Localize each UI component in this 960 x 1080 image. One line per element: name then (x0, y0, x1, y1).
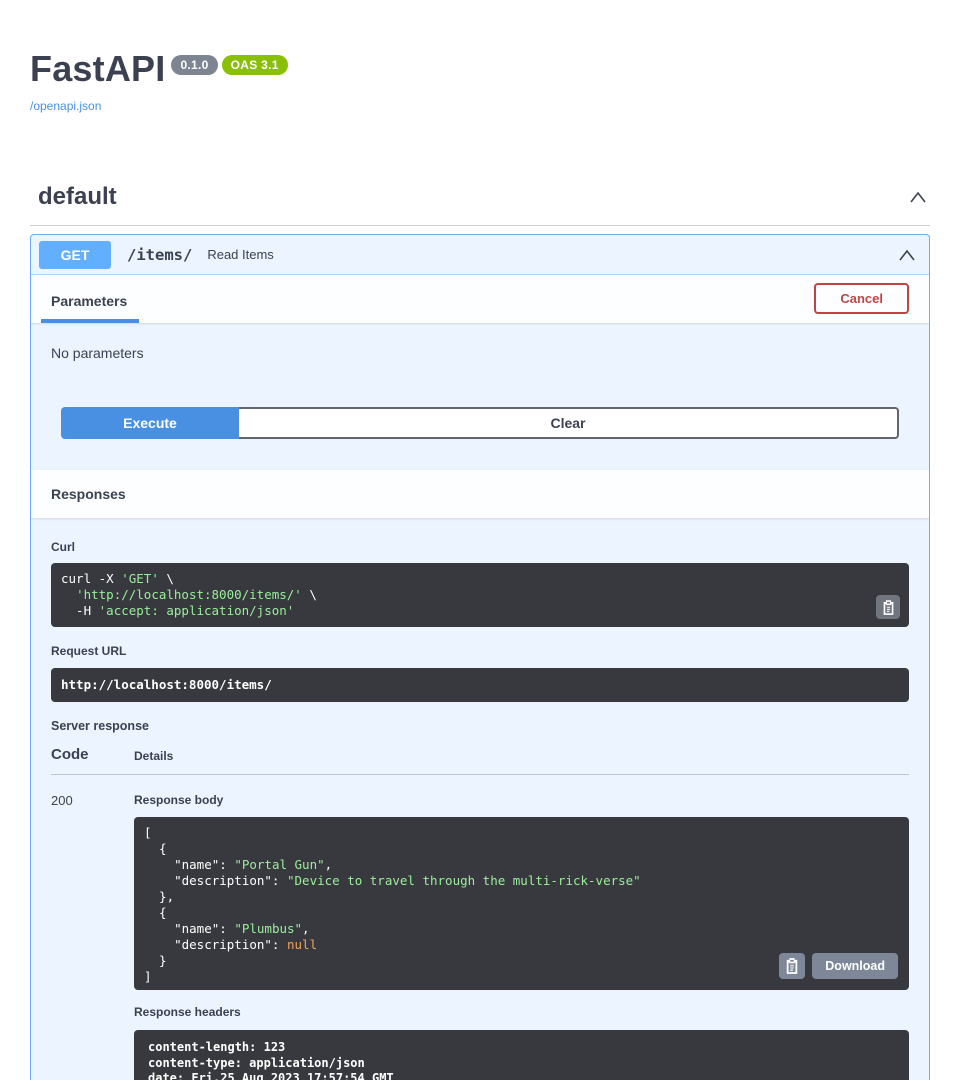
curl-command-text: curl -X 'GET' \ 'http://localhost:8000/i… (51, 563, 909, 627)
tab-parameters[interactable]: Parameters (41, 293, 139, 323)
version-badge: 0.1.0 (171, 55, 217, 75)
chevron-up-icon (897, 248, 917, 262)
parameters-section-header: Parameters Cancel (31, 275, 929, 323)
operation-summary[interactable]: GET /items/ Read Items (31, 235, 929, 275)
openapi-spec-link[interactable]: /openapi.json (30, 99, 101, 113)
curl-label: Curl (51, 540, 909, 554)
no-parameters-text: No parameters (51, 345, 909, 361)
response-headers-text: content-length: 123content-type: applica… (134, 1030, 909, 1080)
execute-wrapper: Execute Clear (31, 361, 929, 470)
details-column-header: Details (134, 749, 173, 763)
request-url-value: http://localhost:8000/items/ (51, 668, 909, 702)
response-headers-label: Response headers (134, 1005, 909, 1019)
operation-summary-text: Read Items (207, 247, 273, 262)
method-badge: GET (39, 241, 111, 269)
responses-section-header: Responses (31, 470, 929, 518)
collapse-section-button[interactable] (906, 188, 930, 206)
server-response-row: 200 Response body [ { "name": "Portal Gu… (51, 791, 909, 1080)
server-response-label: Server response (51, 719, 909, 733)
copy-response-button[interactable] (779, 953, 805, 979)
cancel-button[interactable]: Cancel (814, 283, 909, 314)
clear-button[interactable]: Clear (239, 407, 899, 439)
responses-heading: Responses (51, 486, 126, 502)
page-title: FastAPI 0.1.0OAS 3.1 (30, 48, 930, 90)
execute-button[interactable]: Execute (61, 407, 239, 439)
server-response-table-header: Code Details (51, 746, 909, 775)
oas-badge: OAS 3.1 (222, 55, 288, 75)
response-body-label: Response body (134, 793, 909, 807)
response-headers-block: content-length: 123content-type: applica… (134, 1030, 909, 1080)
response-details-cell: Response body [ { "name": "Portal Gun", … (134, 791, 909, 1080)
chevron-up-icon (908, 190, 928, 204)
tag-section-header-default[interactable]: default (30, 173, 930, 226)
response-body-actions: Download (779, 953, 898, 979)
response-body-block: [ { "name": "Portal Gun", "description":… (134, 817, 909, 990)
code-column-header: Code (51, 746, 134, 763)
responses-content: Curl curl -X 'GET' \ 'http://localhost:8… (31, 540, 929, 1080)
response-status-code: 200 (51, 791, 134, 1080)
collapse-operation-button[interactable] (895, 246, 919, 264)
parameters-area: No parameters (31, 323, 929, 361)
opblock-get-items: GET /items/ Read Items Parameters Cancel… (30, 234, 930, 1080)
request-url-block: http://localhost:8000/items/ (51, 668, 909, 702)
download-button[interactable]: Download (812, 953, 898, 979)
clipboard-copy-icon (785, 958, 799, 974)
api-info-header: FastAPI 0.1.0OAS 3.1 /openapi.json (30, 0, 930, 115)
copy-curl-button[interactable] (876, 595, 900, 619)
api-title: FastAPI (30, 48, 165, 89)
tag-title: default (38, 183, 117, 211)
request-url-label: Request URL (51, 644, 909, 658)
operation-path: /items/ (127, 246, 192, 264)
swagger-ui-page: FastAPI 0.1.0OAS 3.1 /openapi.json defaul… (0, 0, 960, 1080)
curl-command-block: curl -X 'GET' \ 'http://localhost:8000/i… (51, 563, 909, 627)
clipboard-copy-icon (882, 600, 895, 615)
